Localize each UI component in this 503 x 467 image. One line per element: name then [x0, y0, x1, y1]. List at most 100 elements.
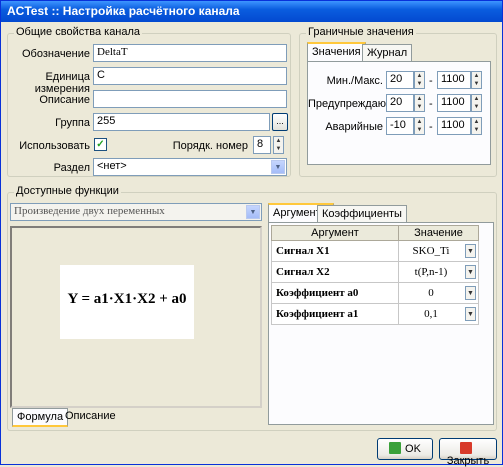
- functions-group-title: Доступные функции: [14, 185, 121, 197]
- section-label: Раздел: [53, 162, 90, 174]
- tab-journal[interactable]: Журнал: [362, 44, 413, 61]
- table-row[interactable]: Коэффициент a0 0 ▼: [271, 282, 479, 304]
- group-label: Группа: [55, 117, 90, 129]
- minmax-label: Мин./Макс.: [326, 75, 383, 87]
- spin-down-icon[interactable]: ▼: [472, 80, 481, 88]
- function-select-value: Произведение двух переменных: [14, 205, 165, 217]
- alarm-min-spinner[interactable]: ▲ ▼: [414, 117, 425, 135]
- argument-value-select[interactable]: 0 ▼: [398, 282, 479, 304]
- chevron-down-icon[interactable]: ▼: [465, 265, 476, 279]
- order-spinner[interactable]: ▲ ▼: [273, 136, 284, 154]
- description-label: Описание: [39, 94, 90, 106]
- limits-group-title: Граничные значения: [306, 26, 416, 38]
- use-label: Использовать: [19, 140, 90, 152]
- spin-up-icon[interactable]: ▲: [415, 95, 424, 103]
- section-select[interactable]: <нет> ▼: [93, 158, 287, 176]
- spin-down-icon[interactable]: ▼: [415, 103, 424, 111]
- close-icon: [460, 442, 472, 454]
- formula-panel: Y = a1·X1·X2 + a0: [10, 226, 262, 408]
- window-title: ACTest :: Настройка расчётного канала: [7, 4, 240, 18]
- column-header-value: Значение: [398, 225, 479, 241]
- chevron-down-icon[interactable]: ▼: [465, 307, 476, 321]
- argument-value-select[interactable]: SKO_Ti ▼: [398, 240, 479, 262]
- chevron-down-icon[interactable]: ▼: [465, 244, 476, 258]
- general-group-title: Общие свойства канала: [14, 26, 143, 38]
- alarm-min-input[interactable]: -10: [386, 117, 414, 135]
- formula-text: Y = a1·X1·X2 + a0: [67, 291, 187, 307]
- limits-panel: Мин./Макс. 20 ▲ ▼ - 1100 ▲ ▼ Предупреждающ…: [307, 61, 491, 165]
- dash: -: [429, 121, 433, 133]
- warning-max-input[interactable]: 1100: [437, 94, 471, 112]
- spin-up-icon[interactable]: ▲: [415, 72, 424, 80]
- warning-min-spinner[interactable]: ▲ ▼: [414, 94, 425, 112]
- group-input[interactable]: 255: [93, 113, 270, 131]
- unit-label: Единица измерения: [34, 71, 90, 95]
- chevron-down-icon[interactable]: ▼: [465, 286, 476, 300]
- argument-value-select[interactable]: 0,1 ▼: [398, 303, 479, 325]
- spin-up-icon[interactable]: ▲: [415, 118, 424, 126]
- designation-input[interactable]: DeltaT: [93, 44, 287, 62]
- warning-label: Предупреждающие: [308, 98, 408, 110]
- spin-down-icon[interactable]: ▼: [415, 126, 424, 134]
- order-input[interactable]: 8: [253, 136, 271, 154]
- minmax-max-spinner[interactable]: ▲ ▼: [471, 71, 482, 89]
- argument-value: 0: [428, 287, 434, 299]
- argument-value: 0,1: [424, 308, 438, 320]
- unit-input[interactable]: C: [93, 67, 287, 85]
- argument-name: Сигнал X2: [271, 261, 399, 283]
- alarm-max-input[interactable]: 1100: [437, 117, 471, 135]
- use-checkbox[interactable]: ✓: [94, 138, 107, 151]
- warning-min-input[interactable]: 20: [386, 94, 414, 112]
- spin-up-icon[interactable]: ▲: [472, 118, 481, 126]
- argument-name: Сигнал X1: [271, 240, 399, 262]
- arguments-panel: Аргумент Значение Сигнал X1 SKO_Ti ▼ Сигн…: [268, 222, 494, 425]
- table-row[interactable]: Сигнал X2 t(P,n-1) ▼: [271, 261, 479, 283]
- title-bar: ACTest :: Настройка расчётного канала: [1, 1, 502, 22]
- spin-up-icon[interactable]: ▲: [472, 95, 481, 103]
- alarm-max-spinner[interactable]: ▲ ▼: [471, 117, 482, 135]
- argument-value: SKO_Ti: [412, 245, 450, 257]
- minmax-min-input[interactable]: 20: [386, 71, 414, 89]
- chevron-down-icon[interactable]: ▼: [271, 160, 285, 174]
- argument-name: Коэффициент a1: [271, 303, 399, 325]
- table-row[interactable]: Сигнал X1 SKO_Ti ▼: [271, 240, 479, 262]
- formula-image: Y = a1·X1·X2 + a0: [60, 265, 194, 339]
- group-browse-button[interactable]: ...: [272, 113, 288, 131]
- warning-max-spinner[interactable]: ▲ ▼: [471, 94, 482, 112]
- ok-button[interactable]: OK: [377, 438, 433, 460]
- spin-down-icon[interactable]: ▼: [472, 103, 481, 111]
- alarm-label: Аварийные: [325, 121, 383, 133]
- functions-group: Доступные функции Произведение двух пере…: [7, 185, 497, 431]
- close-button[interactable]: Закрыть: [439, 438, 497, 467]
- table-row[interactable]: Коэффициент a1 0,1 ▼: [271, 303, 479, 325]
- general-group: Общие свойства канала Обозначение DeltaT…: [7, 26, 291, 177]
- tab-description[interactable]: Описание: [61, 408, 120, 425]
- column-header-argument: Аргумент: [271, 225, 399, 241]
- spin-down-icon[interactable]: ▼: [472, 126, 481, 134]
- limits-group: Граничные значения Значения Журнал Мин./…: [299, 26, 497, 177]
- section-select-value: <нет>: [97, 160, 127, 172]
- tab-coefficients[interactable]: Коэффициенты: [317, 205, 407, 222]
- function-select[interactable]: Произведение двух переменных ▼: [10, 203, 262, 221]
- argument-value-select[interactable]: t(P,n-1) ▼: [398, 261, 479, 283]
- description-input[interactable]: [93, 90, 287, 108]
- arguments-table: Аргумент Значение Сигнал X1 SKO_Ti ▼ Сигн…: [271, 225, 479, 325]
- tab-formula[interactable]: Формула: [12, 408, 69, 427]
- spin-up-icon[interactable]: ▲: [274, 137, 283, 145]
- argument-name: Коэффициент a0: [271, 282, 399, 304]
- minmax-min-spinner[interactable]: ▲ ▼: [414, 71, 425, 89]
- designation-label: Обозначение: [21, 48, 90, 60]
- minmax-max-input[interactable]: 1100: [437, 71, 471, 89]
- spin-down-icon[interactable]: ▼: [415, 80, 424, 88]
- ok-button-label: OK: [405, 443, 421, 455]
- ok-icon: [389, 442, 402, 454]
- tab-values[interactable]: Значения: [307, 42, 366, 61]
- dash: -: [429, 75, 433, 87]
- spin-up-icon[interactable]: ▲: [472, 72, 481, 80]
- dialog-window: ACTest :: Настройка расчётного канала Об…: [0, 0, 503, 467]
- argument-value: t(P,n-1): [414, 266, 448, 278]
- spin-down-icon[interactable]: ▼: [274, 145, 283, 153]
- order-label: Порядк. номер: [172, 140, 248, 152]
- dash: -: [429, 98, 433, 110]
- chevron-down-icon[interactable]: ▼: [246, 205, 260, 219]
